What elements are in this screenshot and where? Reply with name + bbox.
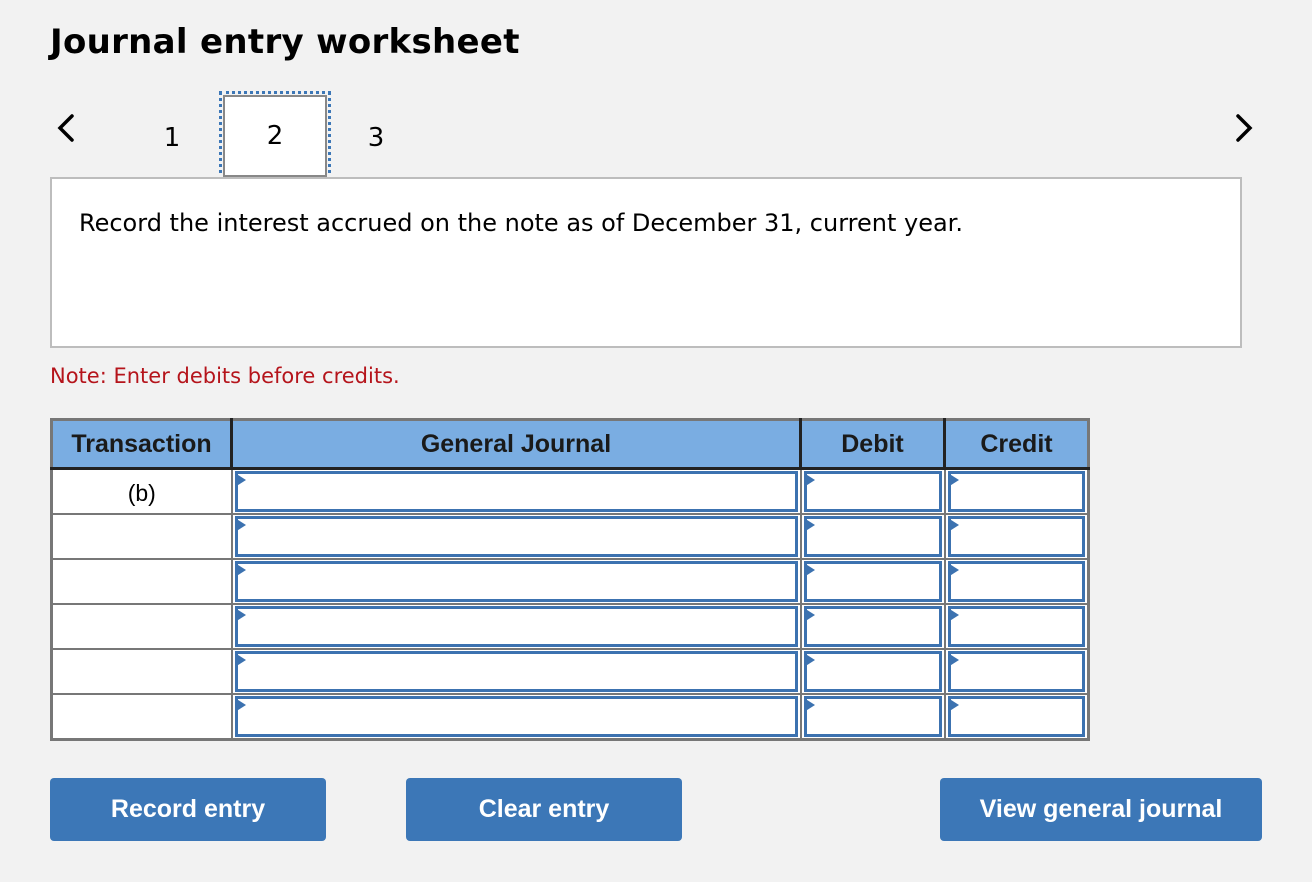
account-cell [230, 693, 802, 741]
chevron-left-icon [57, 114, 74, 142]
table-header-row: Transaction General Journal Debit Credit [51, 419, 1089, 470]
previous-button[interactable] [52, 108, 82, 148]
account-input[interactable] [234, 516, 798, 557]
page-title: Journal entry worksheet [50, 22, 520, 62]
prompt-text: Record the interest accrued on the note … [79, 209, 963, 237]
header-credit: Credit [943, 419, 1089, 470]
account-cell [230, 558, 802, 605]
transaction-cell: (b) [50, 467, 233, 515]
credit-input[interactable] [947, 606, 1085, 647]
table-row [50, 603, 1090, 650]
transaction-cell [50, 513, 233, 560]
debit-cell [799, 467, 946, 515]
debit-input[interactable] [803, 696, 942, 737]
clear-entry-button[interactable]: Clear entry [406, 778, 682, 841]
account-cell [230, 467, 802, 515]
account-input[interactable] [234, 696, 798, 737]
transaction-cell [50, 558, 233, 605]
debit-cell [799, 558, 946, 605]
credit-input[interactable] [947, 696, 1085, 737]
table-row [50, 513, 1090, 560]
transaction-cell [50, 648, 233, 695]
account-input[interactable] [234, 651, 798, 692]
next-button[interactable] [1228, 108, 1258, 148]
account-cell [230, 603, 802, 650]
debit-input[interactable] [803, 651, 942, 692]
debit-cell [799, 648, 946, 695]
credit-cell [943, 648, 1090, 695]
credit-cell [943, 693, 1090, 741]
journal-table: Transaction General Journal Debit Credit… [50, 418, 1090, 741]
account-input[interactable] [234, 606, 798, 647]
record-entry-button[interactable]: Record entry [50, 778, 326, 841]
debit-input[interactable] [803, 606, 942, 647]
debit-cell [799, 693, 946, 741]
transaction-label: (b) [127, 480, 156, 506]
table-row [50, 693, 1090, 741]
account-input[interactable] [234, 561, 798, 602]
table-row [50, 648, 1090, 695]
credit-cell [943, 558, 1090, 605]
chevron-right-icon [1236, 114, 1253, 142]
transaction-cell [50, 693, 233, 741]
table-row [50, 558, 1090, 605]
view-general-journal-button[interactable]: View general journal [940, 778, 1262, 841]
account-input[interactable] [234, 471, 798, 512]
transaction-cell [50, 603, 233, 650]
header-transaction: Transaction [51, 419, 232, 470]
debit-cell [799, 513, 946, 560]
credit-input[interactable] [947, 651, 1085, 692]
step-tab-3[interactable]: 3 [326, 98, 426, 178]
debit-cell [799, 603, 946, 650]
credit-cell [943, 467, 1090, 515]
credit-cell [943, 603, 1090, 650]
debit-input[interactable] [803, 561, 942, 602]
header-debit: Debit [799, 419, 945, 470]
prompt-box: Record the interest accrued on the note … [50, 177, 1242, 348]
note-text: Note: Enter debits before credits. [50, 364, 400, 388]
debit-input[interactable] [803, 516, 942, 557]
header-general-journal: General Journal [230, 419, 801, 470]
step-tab-1[interactable]: 1 [122, 98, 222, 178]
credit-input[interactable] [947, 516, 1085, 557]
credit-input[interactable] [947, 561, 1085, 602]
table-row: (b) [50, 467, 1090, 515]
debit-input[interactable] [803, 471, 942, 512]
account-cell [230, 648, 802, 695]
credit-cell [943, 513, 1090, 560]
step-tab-2-active[interactable]: 2 [219, 91, 331, 181]
credit-input[interactable] [947, 471, 1085, 512]
account-cell [230, 513, 802, 560]
